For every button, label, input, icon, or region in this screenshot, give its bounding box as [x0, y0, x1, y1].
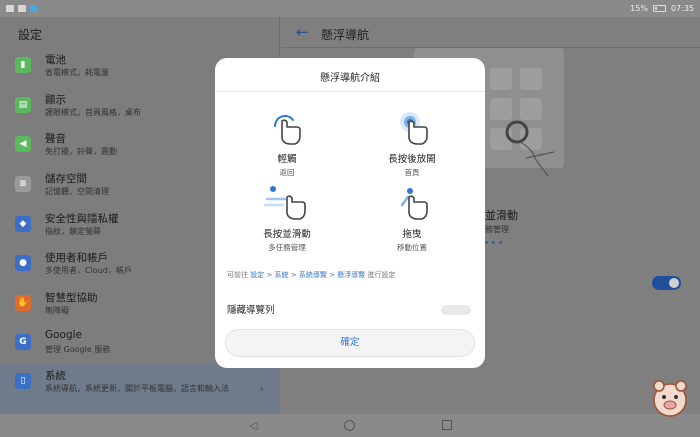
settings-item-title: Google: [45, 329, 83, 341]
battery-icon: [652, 5, 666, 12]
display-icon: ▤: [15, 97, 31, 113]
settings-item-subtitle: 護眼模式，首頁風格，桌布: [45, 108, 141, 117]
chevron-right-icon: ›: [259, 382, 264, 395]
confirm-button[interactable]: 確定: [225, 329, 475, 357]
mode-subtitle: 務管理: [485, 225, 509, 234]
settings-item-subtitle: 系統導航，系統更新，關於平板電腦，語言和輸入法: [45, 384, 229, 393]
settings-item-subtitle: 指紋，鎖定螢幕: [45, 227, 101, 236]
notification-icon: [18, 5, 26, 12]
gesture-action: 多任務管理: [268, 243, 306, 252]
tap-gesture-icon: [274, 115, 301, 145]
clock: 07:35: [670, 4, 694, 13]
nav-home-icon[interactable]: [344, 420, 355, 431]
gesture-label: 輕觸: [277, 154, 297, 165]
gesture-long-press-swipe: 長按並滑動 多任務管理: [237, 183, 337, 253]
settings-item-subtitle: 記憶體，空間清理: [45, 187, 109, 196]
hand-icon: ✋: [15, 295, 31, 311]
settings-item-subtitle: 多使用者，Cloud，帳戶: [45, 266, 132, 275]
notification-icon: [6, 5, 14, 12]
dialog-title: 懸浮導航介紹: [320, 73, 380, 84]
settings-item-title: 安全性與隱私權: [45, 213, 119, 225]
settings-item-title: 電池: [45, 54, 66, 66]
storage-icon: ≡: [15, 176, 31, 192]
back-arrow-icon[interactable]: ←: [296, 23, 309, 41]
settings-item-title: 儲存空間: [45, 173, 87, 185]
gesture-long-press: 長按後放開 首頁: [362, 108, 462, 178]
gesture-action: 返回: [279, 168, 295, 177]
shield-icon: ◆: [15, 216, 31, 232]
settings-item-subtitle: 無障礙: [45, 306, 69, 315]
battery-icon: ▮: [15, 57, 31, 73]
nav-recents-icon[interactable]: [442, 420, 452, 430]
settings-item-title: 系統: [45, 370, 66, 382]
settings-item-subtitle: 免打擾，鈴聲，震動: [45, 147, 117, 156]
gesture-action: 首頁: [404, 168, 420, 177]
hide-navbar-switch[interactable]: [441, 305, 471, 315]
settings-item-title: 聲音: [45, 133, 66, 145]
page-indicator: [485, 241, 502, 244]
battery-percent: 15%: [630, 4, 648, 13]
settings-item-subtitle: 省電模式，耗電量: [45, 68, 109, 77]
status-bar: 15% 07:35: [0, 0, 700, 17]
mode-title: 並滑動: [485, 209, 518, 222]
settings-path-link[interactable]: 設定 > 系統 > 系統導覽 > 懸浮導覽: [250, 271, 365, 279]
system-icon: ▯: [15, 373, 31, 389]
watermark-logo: [653, 380, 687, 417]
hint-suffix: 進行設定: [365, 271, 396, 279]
long-press-gesture-icon: [400, 112, 428, 145]
gesture-label: 長按後放開: [388, 154, 436, 165]
divider: [215, 91, 485, 92]
settings-item-8[interactable]: ▯ 系統系統導航，系統更新，關於平板電腦，語言和輸入法 ›: [0, 364, 280, 416]
drag-gesture-icon: [400, 188, 428, 220]
gesture-action: 移動位置: [397, 243, 427, 252]
gesture-drag: 拖曳 移動位置: [362, 183, 462, 253]
sound-icon: ◀: [15, 136, 31, 152]
gesture-label: 長按並滑動: [263, 229, 311, 240]
hint-prefix: 可前往: [227, 271, 251, 279]
settings-item-title: 智慧型協助: [45, 292, 98, 304]
google-icon: G: [15, 334, 31, 350]
settings-hint: 可前往 設定 > 系統 > 系統導覽 > 懸浮導覽 進行設定: [227, 270, 395, 280]
navigation-bar: ◁: [0, 414, 700, 437]
floating-nav-toggle[interactable]: [652, 276, 681, 290]
app-notification-icon: [30, 5, 38, 12]
settings-item-title: 顯示: [45, 94, 66, 106]
floating-nav-intro-dialog: 懸浮導航介紹 輕觸 返回 長按後放開 首頁 長按並滑動 多任務管理 拖曳 移動位…: [215, 58, 485, 368]
settings-item-subtitle: 管理 Google 服務: [45, 345, 111, 354]
settings-item-title: 使用者和帳戶: [45, 252, 108, 264]
nav-back-icon[interactable]: ◁: [249, 419, 257, 432]
gesture-tap: 輕觸 返回: [237, 108, 337, 178]
account-icon: ●: [15, 255, 31, 271]
page-title: 懸浮導航: [321, 28, 370, 42]
hide-navbar-label: 隱藏導覽列: [227, 305, 275, 316]
gesture-label: 拖曳: [402, 229, 422, 240]
long-press-swipe-gesture-icon: [263, 186, 306, 220]
settings-title: 設定: [18, 28, 43, 42]
